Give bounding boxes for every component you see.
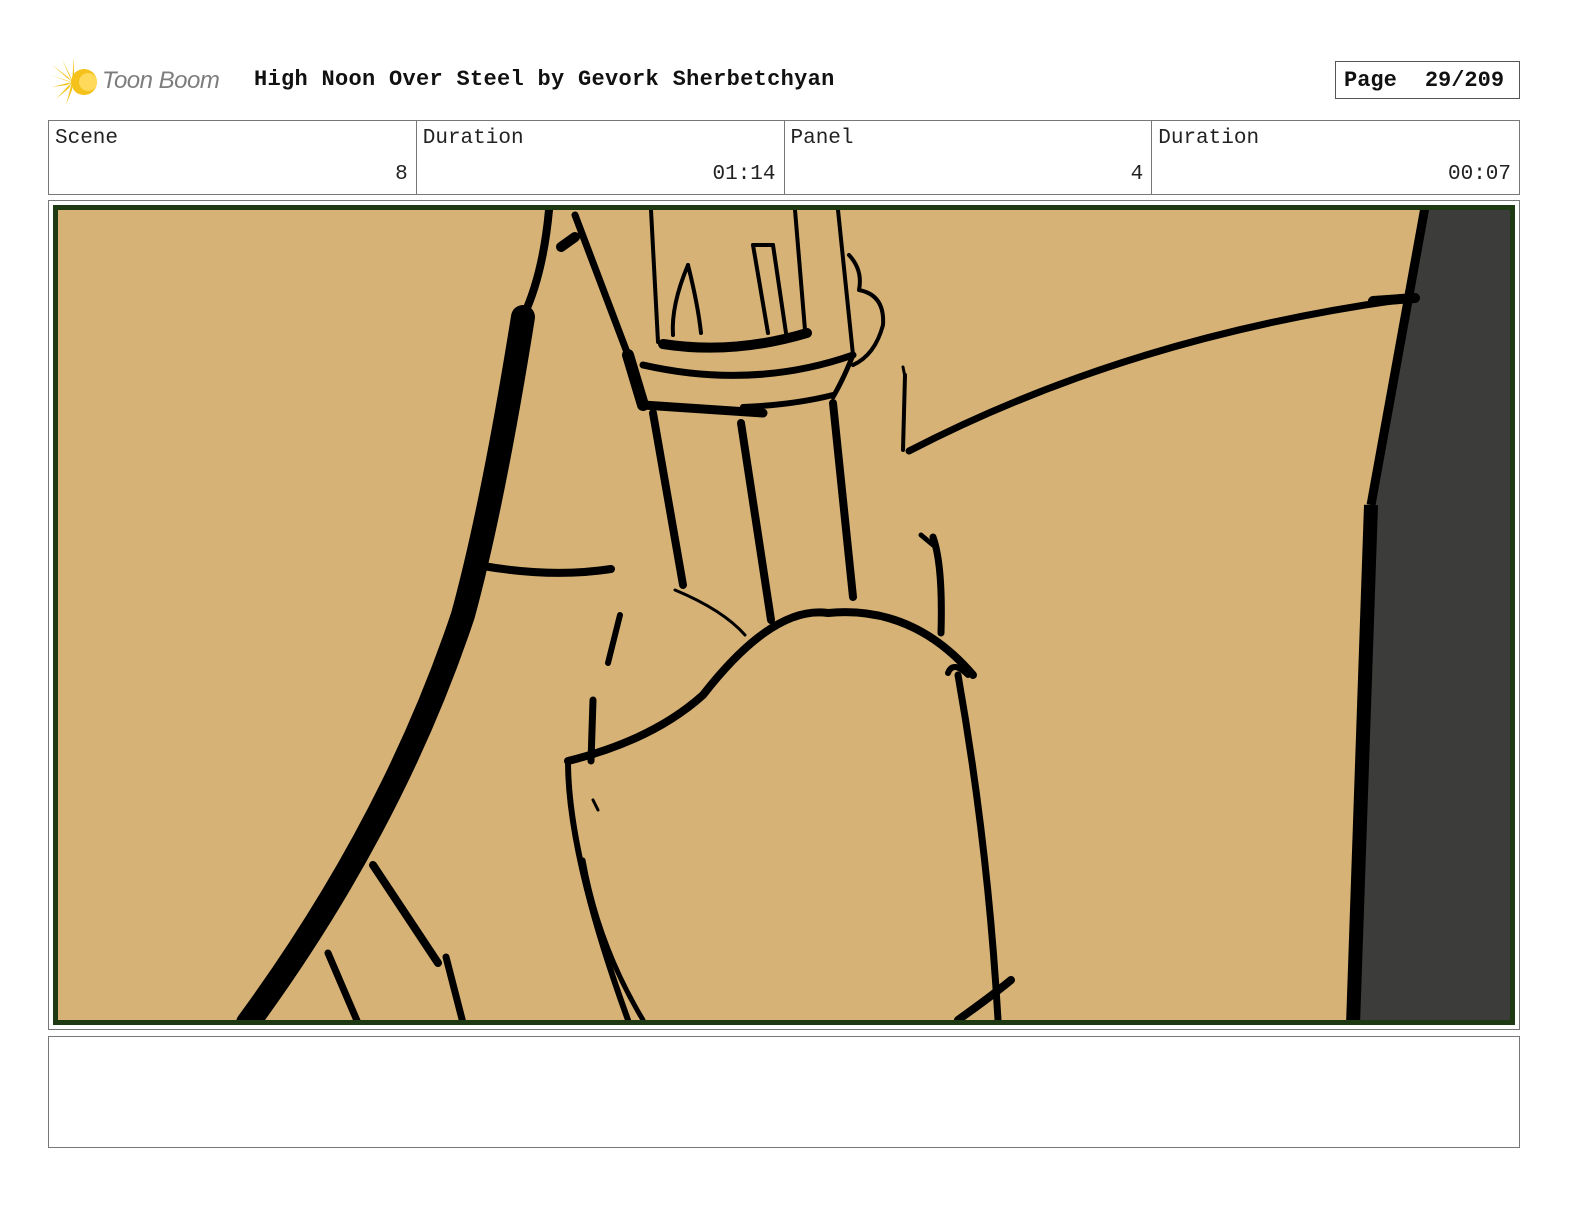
- panel-duration-label: Duration: [1158, 127, 1260, 150]
- starburst-icon: [50, 57, 97, 105]
- toon-boom-logo: Toon Boom: [50, 57, 240, 107]
- scene-duration-value: 01:14: [712, 163, 776, 186]
- scene-label: Scene: [55, 127, 119, 150]
- page-indicator: Page 29/209: [1335, 61, 1520, 99]
- panel-duration-value: 00:07: [1447, 163, 1511, 186]
- scene-value: 8: [395, 163, 408, 186]
- storyboard-panel: [48, 200, 1520, 1030]
- storyboard-header: Toon Boom High Noon Over Steel by Gevork…: [50, 55, 1520, 107]
- logo-text: Toon Boom: [102, 67, 220, 94]
- panel-cell: Panel 4: [785, 121, 1153, 194]
- panel-value: 4: [1130, 163, 1144, 186]
- scene-duration-cell: Duration 01:14: [417, 121, 785, 194]
- storyboard-title: High Noon Over Steel by Gevork Sherbetch…: [254, 67, 835, 92]
- notes-box: [48, 1036, 1520, 1148]
- panel-info-table: Scene 8 Duration 01:14 Panel 4 Duration …: [48, 120, 1520, 195]
- panel-label: Panel: [790, 127, 854, 150]
- panel-drawing: [53, 205, 1515, 1025]
- panel-duration-cell: Duration 00:07: [1152, 121, 1519, 194]
- page-number: 29/209: [1424, 67, 1505, 93]
- scene-cell: Scene 8: [49, 121, 417, 194]
- scene-duration-label: Duration: [422, 127, 524, 150]
- page-label: Page: [1344, 67, 1397, 93]
